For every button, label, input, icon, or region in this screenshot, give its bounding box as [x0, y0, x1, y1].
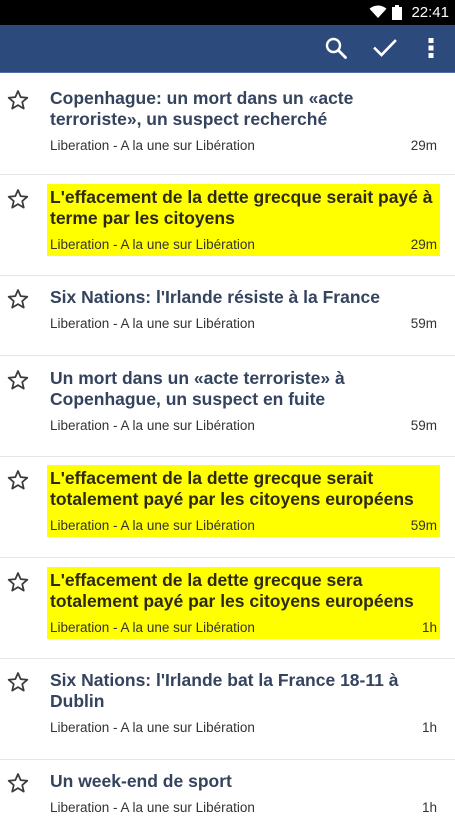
- article-source: Liberation - A la une sur Libération: [50, 418, 255, 433]
- article-content[interactable]: L'effacement de la dette grecque serait …: [47, 465, 440, 537]
- status-bar: 22:41: [0, 0, 455, 25]
- article-age: 29m: [410, 237, 437, 252]
- article-source: Liberation - A la une sur Libération: [50, 720, 255, 735]
- list-divider: [0, 557, 455, 558]
- article-age: 1h: [421, 800, 437, 815]
- article-content[interactable]: Un mort dans un «acte terroriste» à Cope…: [47, 365, 440, 435]
- article-meta: Liberation - A la une sur Libération 29m: [50, 137, 437, 155]
- article-meta: Liberation - A la une sur Libération 1h: [50, 799, 437, 817]
- article-content[interactable]: Un week-end de sport Liberation - A la un…: [47, 768, 440, 817]
- star-icon[interactable]: [7, 571, 29, 593]
- article-source: Liberation - A la une sur Libération: [50, 800, 255, 815]
- star-icon[interactable]: [7, 469, 29, 491]
- overflow-menu-button[interactable]: [417, 34, 445, 62]
- article-source: Liberation - A la une sur Libération: [50, 620, 255, 635]
- article-age: 1h: [421, 720, 437, 735]
- article-title: L'effacement de la dette grecque serait …: [50, 468, 414, 509]
- article-age: 59m: [410, 518, 437, 533]
- article-source: Liberation - A la une sur Libération: [50, 237, 255, 252]
- star-icon[interactable]: [7, 188, 29, 210]
- check-icon: [373, 39, 397, 57]
- article-meta: Liberation - A la une sur Libération 29m: [50, 236, 437, 256]
- article-age: 1h: [421, 620, 437, 635]
- action-bar: [0, 25, 455, 73]
- article-content[interactable]: Six Nations: l'Irlande résiste à la Fran…: [47, 284, 440, 333]
- search-button[interactable]: [322, 34, 350, 62]
- article-meta: Liberation - A la une sur Libération 59m: [50, 315, 437, 333]
- mark-all-read-button[interactable]: [371, 34, 399, 62]
- star-icon[interactable]: [7, 288, 29, 310]
- article-meta: Liberation - A la une sur Libération 59m: [50, 417, 437, 435]
- status-time: 22:41: [411, 4, 449, 21]
- article-meta: Liberation - A la une sur Libération 1h: [50, 619, 437, 639]
- list-divider: [0, 275, 455, 276]
- article-content[interactable]: L'effacement de la dette grecque sera to…: [47, 567, 440, 639]
- article-title: Copenhague: un mort dans un «acte terror…: [50, 88, 354, 129]
- article-title: L'effacement de la dette grecque sera to…: [50, 570, 414, 611]
- article-title: L'effacement de la dette grecque serait …: [50, 187, 433, 228]
- wifi-icon: [369, 5, 387, 18]
- star-icon[interactable]: [7, 89, 29, 111]
- article-title: Un week-end de sport: [50, 771, 232, 791]
- search-icon: [325, 37, 347, 59]
- list-divider: [0, 658, 455, 659]
- article-meta: Liberation - A la une sur Libération 1h: [50, 719, 437, 737]
- list-divider: [0, 456, 455, 457]
- article-title: Six Nations: l'Irlande résiste à la Fran…: [50, 287, 380, 307]
- star-icon[interactable]: [7, 772, 29, 794]
- article-meta: Liberation - A la une sur Libération 59m: [50, 517, 437, 537]
- article-age: 29m: [410, 138, 437, 153]
- star-icon[interactable]: [7, 671, 29, 693]
- article-age: 59m: [410, 418, 437, 433]
- star-icon[interactable]: [7, 369, 29, 391]
- list-divider: [0, 759, 455, 760]
- list-divider: [0, 355, 455, 356]
- article-title: Six Nations: l'Irlande bat la France 18-…: [50, 670, 399, 711]
- list-divider: [0, 174, 455, 175]
- article-content[interactable]: Six Nations: l'Irlande bat la France 18-…: [47, 667, 440, 737]
- article-age: 59m: [410, 316, 437, 331]
- article-source: Liberation - A la une sur Libération: [50, 518, 255, 533]
- article-source: Liberation - A la une sur Libération: [50, 138, 255, 153]
- article-content[interactable]: L'effacement de la dette grecque serait …: [47, 184, 440, 256]
- battery-icon: [392, 5, 402, 20]
- article-source: Liberation - A la une sur Libération: [50, 316, 255, 331]
- overflow-menu-icon: [428, 38, 434, 58]
- article-title: Un mort dans un «acte terroriste» à Cope…: [50, 368, 345, 409]
- article-content[interactable]: Copenhague: un mort dans un «acte terror…: [47, 85, 440, 155]
